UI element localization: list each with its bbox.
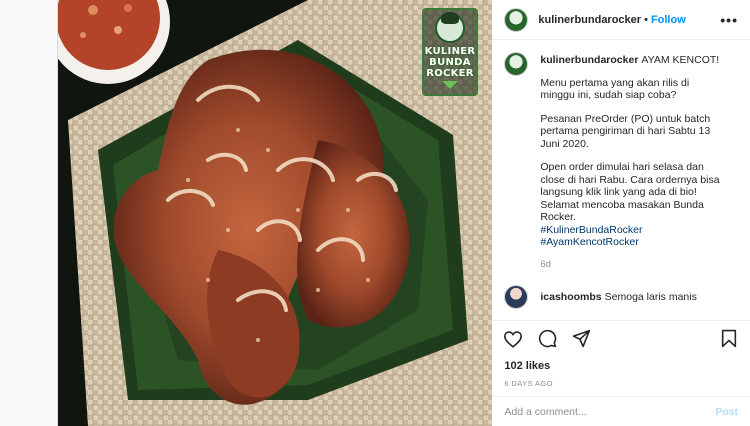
caption: kulinerbundarocker AYAM KENCOT! Menu pert…: [504, 52, 738, 271]
header-separator: •: [644, 13, 648, 26]
avatar[interactable]: [504, 7, 529, 32]
post-modal: KULINER BUNDA ROCKER kulinerbundarocker …: [57, 0, 750, 426]
comment-form: Post: [492, 396, 750, 426]
caption-paragraph: Pesanan PreOrder (PO) untuk batch pertam…: [540, 112, 711, 150]
caption-text: kulinerbundarocker AYAM KENCOT! Menu pert…: [540, 54, 720, 271]
caption-lead: AYAM KENCOT!: [641, 54, 720, 66]
comment-text: icashoombs Semoga laris manis: [540, 291, 696, 303]
brand-triangle-icon: [442, 81, 458, 89]
caption-age[interactable]: 6d: [540, 259, 720, 272]
comment-item: icashoombs Semoga laris manis: [504, 285, 738, 309]
brand-line1: KULINER: [424, 46, 476, 57]
more-icon[interactable]: •••: [720, 13, 738, 27]
comment-body: Semoga laris manis: [604, 291, 697, 303]
post-comment-button[interactable]: Post: [715, 406, 738, 418]
brand-line3: ROCKER: [426, 68, 474, 79]
hashtag-link[interactable]: #AyamKencotRocker: [540, 236, 720, 249]
caption-username[interactable]: kulinerbundarocker: [540, 54, 638, 66]
brand-logo: KULINER BUNDA ROCKER: [422, 8, 478, 96]
page: KULINER BUNDA ROCKER kulinerbundarocker …: [0, 0, 750, 426]
post-header: kulinerbundarocker • Follow •••: [492, 0, 750, 40]
hashtag-link[interactable]: #KulinerBundaRocker: [540, 224, 720, 237]
bookmark-icon[interactable]: [718, 328, 740, 350]
caption-avatar[interactable]: [504, 52, 529, 76]
post-photo[interactable]: KULINER BUNDA ROCKER: [58, 0, 493, 426]
action-bar: [492, 320, 750, 356]
likes-count[interactable]: 102 likes: [492, 356, 750, 376]
heart-icon[interactable]: [502, 328, 524, 350]
post-timestamp[interactable]: 6 DAYS AGO: [492, 376, 750, 396]
share-icon[interactable]: [570, 328, 592, 350]
comment-avatar[interactable]: [504, 285, 529, 309]
post-side-panel: kulinerbundarocker • Follow ••• kulinerb…: [492, 0, 750, 426]
caption-paragraph: Menu pertama yang akan rilis di minggu i…: [540, 76, 690, 102]
follow-button[interactable]: Follow: [651, 14, 686, 26]
comment-input[interactable]: [504, 405, 716, 418]
brand-line2: BUNDA: [429, 57, 471, 68]
caption-paragraph: Open order dimulai hari selasa dan close…: [540, 161, 720, 223]
header-username[interactable]: kulinerbundarocker: [538, 14, 641, 26]
comment-icon[interactable]: [536, 328, 558, 350]
brand-face-icon: [435, 12, 465, 43]
comment-username[interactable]: icashoombs: [540, 291, 601, 303]
comments-list[interactable]: kulinerbundarocker AYAM KENCOT! Menu pert…: [492, 40, 750, 320]
